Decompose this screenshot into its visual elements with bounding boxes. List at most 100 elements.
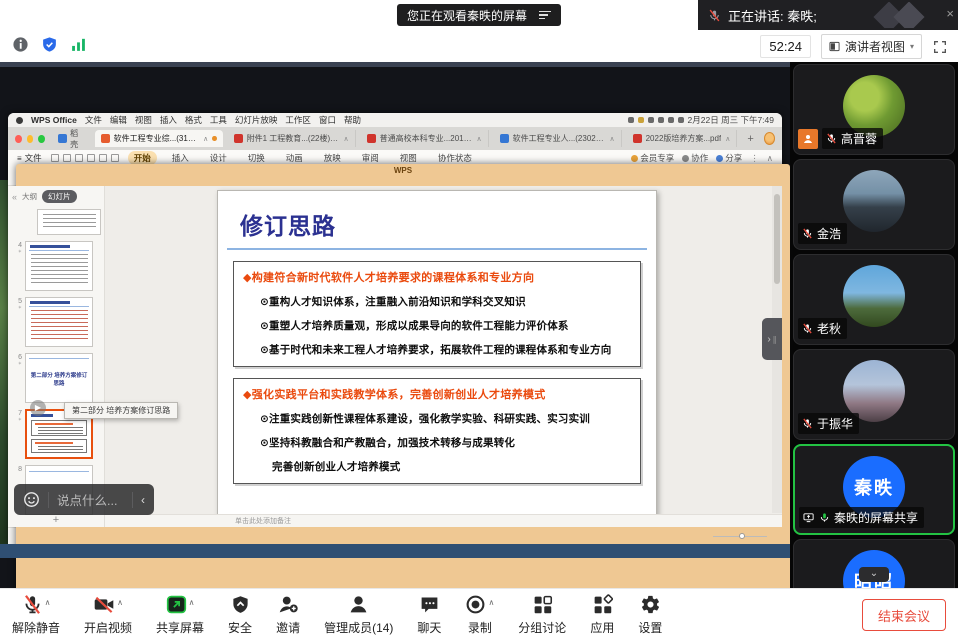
participant-tile[interactable]: 于振华 bbox=[793, 349, 955, 440]
sidebar-expander-handle[interactable]: ›∥ bbox=[762, 318, 782, 360]
collapse-ribbon-icon[interactable]: ∧ bbox=[767, 153, 773, 164]
transition-star-icon: ✶ bbox=[13, 361, 22, 367]
menu-item[interactable]: 插入 bbox=[160, 114, 177, 126]
minimize-window-button[interactable] bbox=[27, 135, 34, 143]
view-mode-dropdown[interactable]: 演讲者视图 ▾ bbox=[821, 34, 922, 59]
settings-button[interactable]: 设置 bbox=[638, 594, 662, 636]
slide-canvas[interactable]: 修订思路 ◆构建符合新时代软件人才培养要求的课程体系和专业方向 ⊙重构人才知识体… bbox=[217, 190, 657, 520]
share-button[interactable]: 分享 bbox=[716, 152, 742, 164]
participant-tile[interactable]: 高晋蓉 bbox=[793, 64, 955, 155]
menubar-status-icon[interactable] bbox=[648, 117, 654, 123]
meeting-security-shield-icon[interactable] bbox=[41, 36, 58, 53]
menubar-status-icon[interactable] bbox=[638, 117, 644, 123]
notes-bar[interactable]: 单击此处添加备注 bbox=[105, 514, 782, 527]
ribbon-tab-collab[interactable]: 协作状态 bbox=[432, 151, 478, 165]
thumbnail-play-button[interactable]: ▶ bbox=[30, 400, 46, 416]
ribbon-tab-slideshow[interactable]: 放映 bbox=[318, 151, 347, 165]
network-signal-icon[interactable] bbox=[70, 36, 87, 53]
ribbon-tab-transition[interactable]: 切换 bbox=[242, 151, 271, 165]
collapse-participants-button[interactable]: ⌄ bbox=[859, 567, 889, 582]
collapse-panel-icon[interactable]: « bbox=[12, 192, 17, 202]
chat-quick-input[interactable]: 说点什么... ‹ bbox=[14, 484, 154, 515]
outline-tab[interactable]: 大纲 bbox=[22, 191, 37, 202]
menu-item[interactable]: 幻灯片放映 bbox=[235, 114, 278, 126]
ribbon-tab-animation[interactable]: 动画 bbox=[280, 151, 309, 165]
banner-menu-icon[interactable] bbox=[539, 11, 551, 20]
slide-thumbnail[interactable] bbox=[25, 241, 93, 291]
collaborate-button[interactable]: 协作 bbox=[682, 152, 708, 164]
collapse-chat-icon[interactable]: ‹ bbox=[141, 493, 145, 507]
apple-menu-icon[interactable] bbox=[16, 117, 23, 124]
chevron-up-icon[interactable]: ∧ bbox=[476, 135, 481, 143]
menu-item[interactable]: 视图 bbox=[135, 114, 152, 126]
chevron-up-icon[interactable]: ∧ bbox=[45, 598, 51, 607]
record-button[interactable]: ∧ 录制 bbox=[465, 594, 494, 636]
slide-thumbnail-section[interactable]: 第二部分 培养方案修订思路 bbox=[25, 353, 93, 403]
zoom-slider[interactable] bbox=[713, 536, 767, 537]
info-icon[interactable] bbox=[12, 36, 29, 53]
participant-tile-active-speaker[interactable]: 秦昳 秦昳的屏幕共享 bbox=[793, 444, 955, 535]
docer-tab[interactable]: 稻壳 bbox=[50, 126, 89, 152]
menu-item[interactable]: 工作区 bbox=[285, 114, 311, 126]
chevron-up-icon[interactable]: ∧ bbox=[609, 135, 614, 143]
chevron-up-icon[interactable]: ∧ bbox=[488, 598, 494, 607]
ribbon-tab-design[interactable]: 设计 bbox=[204, 151, 233, 165]
document-tab[interactable]: 软件工程专业人...(230222) ∧ bbox=[494, 130, 622, 147]
start-video-button[interactable]: ∧ 开启视频 bbox=[84, 594, 132, 636]
menu-item[interactable]: 格式 bbox=[185, 114, 202, 126]
menubar-status-icon[interactable] bbox=[658, 117, 664, 123]
chevron-up-icon[interactable]: ∧ bbox=[189, 598, 195, 607]
vip-button[interactable]: 会员专享 bbox=[631, 152, 674, 164]
slide-thumbnail[interactable] bbox=[37, 209, 101, 235]
chevron-down-icon: ⌄ bbox=[870, 568, 878, 579]
chevron-up-icon[interactable]: ∧ bbox=[725, 135, 730, 143]
ribbon-tab-insert[interactable]: 插入 bbox=[166, 151, 195, 165]
quick-access-toolbar[interactable] bbox=[51, 154, 119, 162]
apps-button[interactable]: 应用 bbox=[590, 594, 614, 636]
mute-button[interactable]: ∧ 解除静音 bbox=[12, 594, 60, 636]
close-window-button[interactable] bbox=[15, 135, 22, 143]
security-button[interactable]: 安全 bbox=[228, 594, 252, 636]
document-tab[interactable]: 2022版培养方案...pdf ∧ bbox=[627, 130, 738, 147]
share-screen-button[interactable]: ∧ 共享屏幕 bbox=[156, 594, 204, 636]
menu-item[interactable]: 帮助 bbox=[344, 114, 361, 126]
invite-button[interactable]: 邀请 bbox=[276, 594, 300, 636]
account-avatar[interactable] bbox=[764, 132, 775, 145]
menu-item[interactable]: 窗口 bbox=[319, 114, 336, 126]
menubar-app-name[interactable]: WPS Office bbox=[31, 115, 77, 125]
menubar-status-icon[interactable] bbox=[668, 117, 674, 123]
menu-item[interactable]: 编辑 bbox=[110, 114, 127, 126]
add-slide-button[interactable]: + bbox=[8, 514, 104, 526]
watching-screen-banner[interactable]: 您正在观看秦昳的屏幕 bbox=[397, 4, 561, 26]
chat-input-placeholder[interactable]: 说点什么... bbox=[57, 490, 124, 509]
menubar-clock[interactable]: 2月22日 周三 下午7:49 bbox=[688, 114, 774, 126]
menubar-status-icon[interactable] bbox=[628, 117, 634, 123]
document-tab[interactable]: 附件1 工程教育...(22楼).pdf ∧ bbox=[228, 130, 356, 147]
new-tab-button[interactable]: + bbox=[742, 133, 758, 145]
breakout-rooms-button[interactable]: 分组讨论 bbox=[518, 594, 566, 636]
slide-thumbnail[interactable] bbox=[25, 297, 93, 347]
ribbon-tab-home[interactable]: 开始 bbox=[128, 151, 157, 165]
menu-item[interactable]: 文件 bbox=[85, 114, 102, 126]
slides-tab[interactable]: 幻灯片 bbox=[42, 190, 77, 203]
participant-tile[interactable]: 老秋 bbox=[793, 254, 955, 345]
close-icon[interactable]: × bbox=[946, 6, 954, 21]
end-meeting-button[interactable]: 结束会议 bbox=[862, 599, 946, 631]
document-tab[interactable]: 普通高校本科专业...2016.pdf ∧ bbox=[361, 130, 489, 147]
menubar-status-icon[interactable] bbox=[678, 117, 684, 123]
chevron-up-icon[interactable]: ∧ bbox=[343, 135, 348, 143]
zoom-window-button[interactable] bbox=[38, 135, 45, 143]
emoji-icon[interactable] bbox=[23, 491, 40, 508]
chat-button[interactable]: 聊天 bbox=[417, 594, 441, 636]
ribbon-tab-view[interactable]: 视图 bbox=[394, 151, 423, 165]
fullscreen-icon[interactable] bbox=[932, 39, 948, 55]
menu-item[interactable]: 工具 bbox=[210, 114, 227, 126]
ribbon-tab-review[interactable]: 审阅 bbox=[356, 151, 385, 165]
document-tab[interactable]: 软件工程专业综...(310演讲) ∧ bbox=[95, 130, 223, 147]
more-icon[interactable]: ⋮ bbox=[750, 153, 759, 164]
file-menu-button[interactable]: ≡ 文件 bbox=[17, 152, 42, 164]
chevron-up-icon[interactable]: ∧ bbox=[117, 598, 123, 607]
participant-tile[interactable]: 金浩 bbox=[793, 159, 955, 250]
manage-members-button[interactable]: 管理成员(14) bbox=[324, 594, 393, 636]
chevron-up-icon[interactable]: ∧ bbox=[203, 135, 208, 143]
